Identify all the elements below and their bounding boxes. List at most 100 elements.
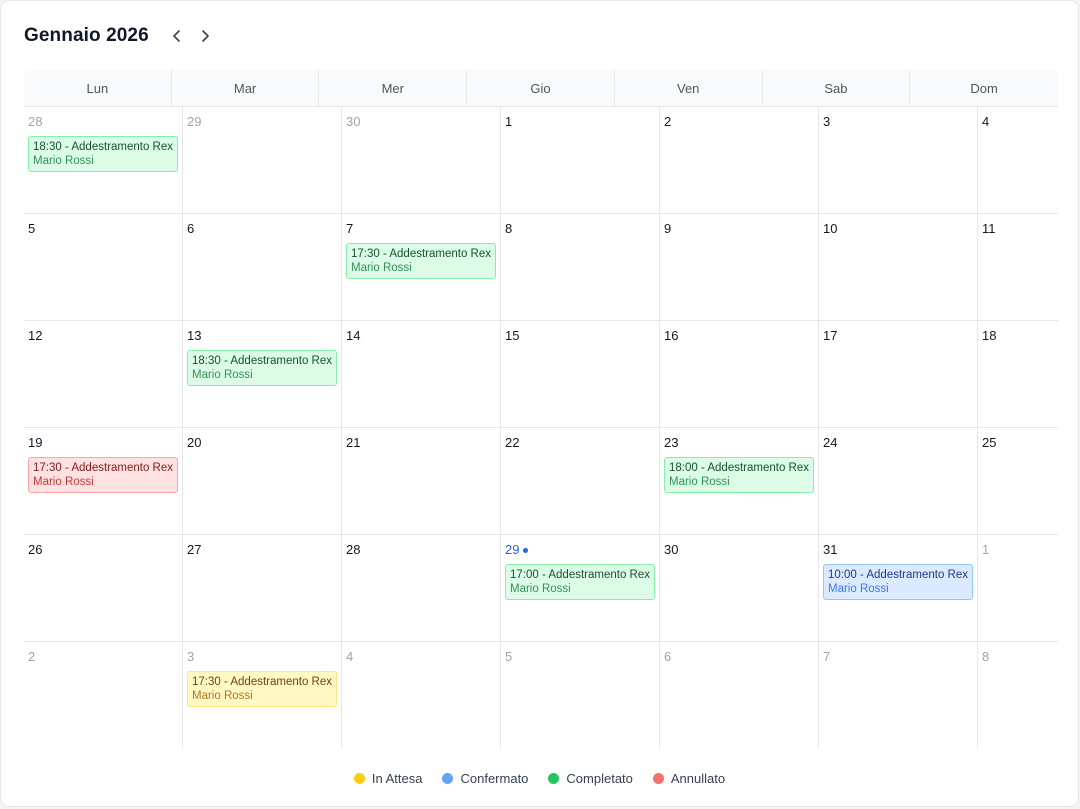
day-number: 11 [982, 221, 996, 236]
day-cell[interactable]: 23 18:00 - Addestramento Rex Mario Rossi [660, 428, 819, 535]
day-number: 27 [187, 542, 202, 557]
day-number: 3 [823, 114, 831, 129]
day-cell[interactable]: 27 [183, 535, 342, 642]
day-cell[interactable]: 8 [978, 642, 1058, 748]
day-cell[interactable]: 26 [24, 535, 183, 642]
day-cell[interactable]: 28 [342, 535, 501, 642]
day-number: 2 [664, 114, 672, 129]
next-month-button[interactable] [193, 24, 217, 48]
day-cell[interactable]: 2 [24, 642, 183, 748]
day-cell[interactable]: 9 [660, 214, 819, 321]
previous-month-button[interactable] [165, 24, 189, 48]
day-cell[interactable]: 16 [660, 321, 819, 428]
day-cell[interactable]: 1 [501, 107, 660, 214]
day-cell[interactable]: 13 18:30 - Addestramento Rex Mario Rossi [183, 321, 342, 428]
day-cell[interactable]: 19 17:30 - Addestramento Rex Mario Rossi [24, 428, 183, 535]
weekday-header: Ven [615, 70, 763, 106]
month-grid: Lun Mar Mer Gio Ven Sab Dom 28 18:30 - Addestra… [24, 70, 1058, 748]
day-cell[interactable]: 17 [819, 321, 978, 428]
weekday-header: Dom [970, 80, 998, 96]
day-number: 16 [664, 328, 679, 343]
day-cell[interactable]: 12 [24, 321, 183, 428]
legend-label: Completato [566, 770, 633, 786]
day-cell[interactable]: 25 [978, 428, 1058, 535]
appointment-event-completed[interactable]: 18:00 - Addestramento Rex Mario Rossi [664, 457, 814, 493]
appointment-event-completed[interactable]: 17:00 - Addestramento Rex Mario Rossi [505, 564, 655, 600]
day-cell[interactable]: 4 [978, 107, 1058, 214]
appointment-event-confirmed[interactable]: 10:00 - Addestramento Rex Mario Rossi [823, 564, 973, 600]
day-number: 17 [823, 328, 838, 343]
day-cell[interactable]: 7 [819, 642, 978, 748]
day-number: 5 [505, 649, 513, 664]
day-number: 25 [982, 435, 997, 450]
legend-item: Annullato [652, 770, 726, 786]
event-client-name: Mario Rossi [33, 155, 94, 167]
day-cell[interactable]: 7 17:30 - Addestramento Rex Mario Rossi [342, 214, 501, 321]
day-number: 7 [823, 649, 831, 664]
day-cell[interactable]: 10 [819, 214, 978, 321]
event-title: 10:00 - Addestramento Rex [828, 569, 968, 581]
day-cell[interactable]: 20 [183, 428, 342, 535]
day-cell[interactable]: 29 [183, 107, 342, 214]
event-title: 17:30 - Addestramento Rex [33, 462, 173, 474]
day-number: 20 [187, 435, 202, 450]
day-cell[interactable]: 6 [660, 642, 819, 748]
day-cell[interactable]: 31 10:00 - Addestramento Rex Mario Rossi [819, 535, 978, 642]
event-client-name: Mario Rossi [351, 262, 412, 274]
day-cell[interactable]: 2 [660, 107, 819, 214]
day-number: 28 [346, 542, 361, 557]
legend-color-dot [652, 772, 664, 784]
today-indicator-dot [523, 548, 529, 553]
day-cell[interactable]: 15 [501, 321, 660, 428]
day-cell-today[interactable]: 29 17:00 - Addestramento Rex Mario Rossi [501, 535, 660, 642]
day-number: 8 [982, 649, 990, 664]
appointment-event-pending[interactable]: 17:30 - Addestramento Rex Mario Rossi [187, 671, 337, 707]
day-cell[interactable]: 14 [342, 321, 501, 428]
weekday-header: Mar [172, 70, 320, 106]
day-cell[interactable]: 3 [819, 107, 978, 214]
day-cell[interactable]: 1 [978, 535, 1058, 642]
legend-color-dot [442, 772, 454, 784]
day-cell[interactable]: 30 [660, 535, 819, 642]
legend-item: In Attesa [353, 771, 422, 786]
status-legend: In Attesa Confermato Completato Annullato [1, 769, 1078, 787]
event-title: 17:30 - Addestramento Rex [192, 676, 332, 688]
day-number: 15 [505, 328, 520, 343]
day-grid: 28 18:30 - Addestramento Rex Mario Rossi 29… [24, 106, 1058, 748]
day-number: 6 [187, 221, 195, 236]
day-cell[interactable]: 22 [501, 428, 660, 535]
day-number: 3 [187, 649, 195, 664]
day-number: 18 [982, 328, 997, 343]
day-number: 7 [346, 221, 354, 236]
day-cell[interactable]: 21 [342, 428, 501, 535]
day-cell[interactable]: 6 [183, 214, 342, 321]
day-cell[interactable]: 24 [819, 428, 978, 535]
day-cell[interactable]: 11 [978, 214, 1058, 321]
day-cell[interactable]: 5 [24, 214, 183, 321]
day-number: 4 [346, 649, 354, 664]
event-title: 18:30 - Addestramento Rex [192, 355, 332, 367]
day-cell[interactable]: 18 [978, 321, 1058, 428]
day-number: 8 [505, 221, 513, 236]
appointment-event-completed[interactable]: 17:30 - Addestramento Rex Mario Rossi [346, 243, 496, 279]
calendar-header: Gennaio 2026 [24, 21, 217, 51]
month-title: Gennaio 2026 [24, 25, 149, 46]
day-cell[interactable]: 5 [501, 642, 660, 748]
day-number: 31 [823, 542, 838, 557]
day-cell[interactable]: 3 17:30 - Addestramento Rex Mario Rossi [183, 642, 342, 748]
weekday-header: Mer [319, 70, 468, 106]
weekday-header: Gio [467, 70, 615, 106]
event-title: 18:30 - Addestramento Rex [33, 141, 173, 153]
day-number: 12 [28, 328, 43, 343]
day-cell[interactable]: 28 18:30 - Addestramento Rex Mario Rossi [24, 107, 183, 214]
day-number: 14 [346, 328, 361, 343]
event-client-name: Mario Rossi [669, 476, 730, 488]
appointment-event-cancelled[interactable]: 17:30 - Addestramento Rex Mario Rossi [28, 457, 178, 493]
day-cell[interactable]: 8 [501, 214, 660, 321]
day-cell[interactable]: 4 [342, 642, 501, 748]
day-number: 6 [664, 649, 672, 664]
appointment-event-completed[interactable]: 18:30 - Addestramento Rex Mario Rossi [28, 136, 178, 172]
legend-label: Annullato [670, 770, 726, 786]
day-cell[interactable]: 30 [342, 107, 501, 214]
appointment-event-completed[interactable]: 18:30 - Addestramento Rex Mario Rossi [187, 350, 337, 386]
